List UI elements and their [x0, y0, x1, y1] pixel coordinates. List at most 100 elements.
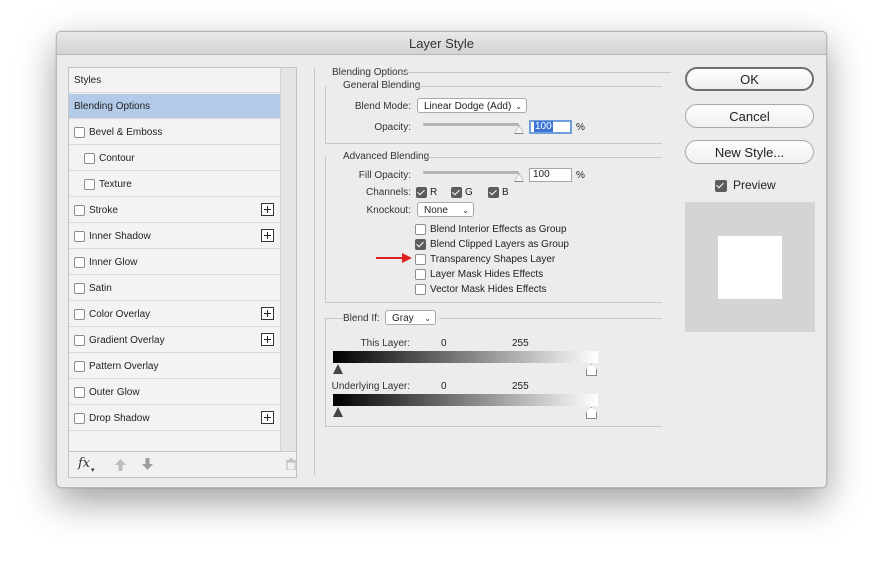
blend-if-divider-bottom	[325, 426, 662, 427]
style-item-drop-shadow[interactable]: Drop Shadow	[69, 406, 280, 431]
move-up-icon[interactable]	[115, 459, 126, 471]
styles-scrollbar[interactable]	[280, 68, 296, 451]
advanced-blending-title: Advanced Blending	[343, 151, 430, 162]
styles-header[interactable]: Styles	[69, 68, 280, 93]
underlying-layer-white-handle[interactable]	[586, 407, 597, 419]
knockout-select[interactable]: None ⌄	[417, 202, 474, 217]
style-item-satin[interactable]: Satin	[69, 276, 280, 301]
style-item-stroke[interactable]: Stroke	[69, 198, 280, 223]
this-layer-black-handle[interactable]	[333, 364, 343, 374]
opacity-label: Opacity:	[374, 122, 411, 133]
preview-thumbnail	[685, 202, 815, 332]
channel-b-label: B	[502, 187, 509, 198]
satin-checkbox[interactable]	[74, 283, 85, 294]
channel-r-checkbox[interactable]	[416, 187, 427, 198]
inner-shadow-checkbox[interactable]	[74, 231, 85, 242]
opacity-slider-thumb[interactable]	[514, 125, 524, 134]
fx-menu-caret-icon: ▾	[91, 467, 95, 474]
this-layer-white-handle[interactable]	[586, 364, 597, 376]
channel-b-checkbox[interactable]	[488, 187, 499, 198]
style-item-texture[interactable]: Texture	[69, 172, 280, 197]
style-item-inner-shadow[interactable]: Inner Shadow	[69, 224, 280, 249]
inner-glow-checkbox[interactable]	[74, 257, 85, 268]
add-inner-shadow-icon[interactable]	[261, 229, 274, 242]
style-item-label: Texture	[99, 179, 132, 190]
this-layer-gradient	[333, 351, 598, 363]
underlying-layer-black-handle[interactable]	[333, 407, 343, 417]
vector-mask-hides-effects-checkbox[interactable]	[415, 284, 426, 295]
transparency-shapes-layer-checkbox[interactable]	[415, 254, 426, 265]
drop-shadow-checkbox[interactable]	[74, 413, 85, 424]
style-item-label: Contour	[99, 153, 135, 164]
opacity-input-value: 100	[534, 121, 553, 132]
opacity-slider[interactable]	[423, 123, 519, 126]
underlying-layer-max: 255	[512, 381, 529, 392]
add-stroke-icon[interactable]	[261, 203, 274, 216]
style-item-gradient-overlay[interactable]: Gradient Overlay	[69, 328, 280, 353]
pattern-overlay-checkbox[interactable]	[74, 361, 85, 372]
fill-opacity-slider[interactable]	[423, 171, 519, 174]
opacity-input[interactable]: 100	[529, 120, 572, 134]
this-layer-min: 0	[441, 338, 447, 349]
blend-clipped-layers-checkbox[interactable]	[415, 239, 426, 250]
blending-options-title: Blending Options	[332, 67, 409, 78]
blend-if-select[interactable]: Gray ⌄	[385, 310, 436, 325]
style-item-label: Stroke	[89, 205, 118, 216]
channel-g-label: G	[465, 187, 473, 198]
general-blending-title: General Blending	[343, 80, 421, 91]
style-item-outer-glow[interactable]: Outer Glow	[69, 380, 280, 405]
blend-mode-select[interactable]: Linear Dodge (Add) ⌄	[417, 98, 527, 113]
style-item-contour[interactable]: Contour	[69, 146, 280, 171]
ok-button[interactable]: OK	[685, 67, 814, 91]
styles-footer: fx ▾	[69, 451, 296, 477]
fill-opacity-slider-thumb[interactable]	[514, 173, 524, 182]
blending-options-pane: Blending Options General Blending Blend …	[314, 67, 672, 475]
channel-r-label: R	[430, 187, 438, 198]
opacity-unit: %	[576, 122, 585, 133]
channels-label: Channels:	[365, 187, 411, 198]
style-item-label: Gradient Overlay	[89, 335, 165, 346]
underlying-layer-gradient	[333, 394, 598, 406]
layer-mask-hides-effects-label: Layer Mask Hides Effects	[430, 269, 544, 280]
stroke-checkbox[interactable]	[74, 205, 85, 216]
underlying-layer-label: Underlying Layer:	[331, 381, 410, 392]
add-drop-shadow-icon[interactable]	[261, 411, 274, 424]
preview-checkbox[interactable]	[715, 180, 727, 192]
style-item-label: Satin	[89, 283, 112, 294]
style-item-label: Blending Options	[74, 101, 151, 112]
style-item-inner-glow[interactable]: Inner Glow	[69, 250, 280, 275]
fill-opacity-input[interactable]: 100	[529, 168, 572, 182]
styles-header-label: Styles	[74, 75, 102, 86]
blend-interior-effects-checkbox[interactable]	[415, 224, 426, 235]
style-item-label: Bevel & Emboss	[89, 127, 163, 138]
chevron-down-icon: ⌄	[515, 102, 522, 111]
channel-g-checkbox[interactable]	[451, 187, 462, 198]
arrow-head	[402, 253, 412, 263]
style-item-bevel-emboss[interactable]: Bevel & Emboss	[69, 120, 280, 145]
move-down-icon[interactable]	[142, 458, 153, 470]
advanced-divider-top	[425, 157, 662, 158]
add-color-overlay-icon[interactable]	[261, 307, 274, 320]
style-item-blending-options[interactable]: Blending Options	[69, 94, 280, 119]
trash-icon[interactable]	[286, 458, 296, 470]
layer-mask-hides-effects-checkbox[interactable]	[415, 269, 426, 280]
style-item-pattern-overlay[interactable]: Pattern Overlay	[69, 354, 280, 379]
this-layer-max: 255	[512, 338, 529, 349]
style-item-label: Pattern Overlay	[89, 361, 159, 372]
gradient-overlay-checkbox[interactable]	[74, 335, 85, 346]
red-arrow-icon	[376, 253, 412, 263]
new-style-button[interactable]: New Style...	[685, 140, 814, 164]
vector-mask-hides-effects-label: Vector Mask Hides Effects	[430, 284, 547, 295]
cancel-button[interactable]: Cancel	[685, 104, 814, 128]
outer-glow-checkbox[interactable]	[74, 387, 85, 398]
fx-icon[interactable]: fx	[78, 456, 90, 471]
style-item-color-overlay[interactable]: Color Overlay	[69, 302, 280, 327]
contour-checkbox[interactable]	[84, 153, 95, 164]
this-layer-label: This Layer:	[360, 338, 410, 349]
color-overlay-checkbox[interactable]	[74, 309, 85, 320]
texture-checkbox[interactable]	[84, 179, 95, 190]
styles-panel: Styles Blending Options Bevel & Emboss C…	[68, 67, 297, 478]
bevel-emboss-checkbox[interactable]	[74, 127, 85, 138]
underlying-layer-min: 0	[441, 381, 447, 392]
add-gradient-overlay-icon[interactable]	[261, 333, 274, 346]
